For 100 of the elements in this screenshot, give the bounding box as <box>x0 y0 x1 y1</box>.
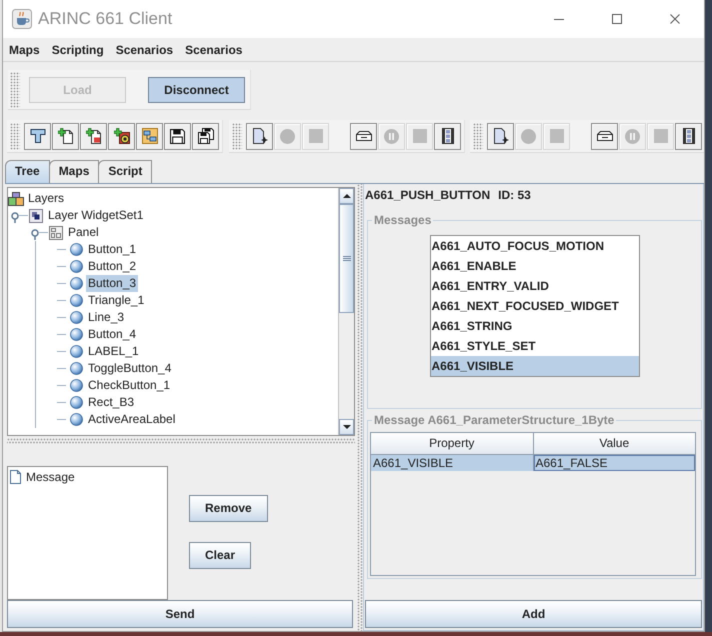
toolbar-button[interactable] <box>136 122 163 150</box>
pause-icon <box>384 128 399 144</box>
toolbar-button[interactable] <box>164 122 191 150</box>
toolbar-button[interactable] <box>52 122 79 150</box>
expand-toggle-icon[interactable] <box>31 228 39 240</box>
group-box-title: Message A661_ParameterStructure_1Byte <box>373 413 616 427</box>
table-row[interactable]: A661_VISIBLE A661_FALSE <box>371 455 695 471</box>
disconnect-button[interactable]: Disconnect <box>148 76 245 102</box>
table-cell: A661_FALSE <box>532 455 695 471</box>
folder-icon <box>356 131 372 141</box>
remove-button[interactable]: Remove <box>189 495 268 522</box>
scrollbar[interactable] <box>338 188 354 435</box>
widget-type-label: A661_PUSH_BUTTON <box>365 187 490 203</box>
message-option[interactable]: A661_ENABLE <box>430 256 638 276</box>
close-icon <box>670 14 680 24</box>
new-document-icon <box>58 128 74 144</box>
toolbar-button[interactable] <box>108 122 135 150</box>
tab[interactable]: Tree <box>5 160 50 183</box>
up-arrow-icon <box>342 194 350 198</box>
sphere-icon <box>70 243 82 256</box>
message-option[interactable]: A661_ENTRY_VALID <box>430 276 638 296</box>
tree-item[interactable]: ActiveAreaLabel <box>86 411 178 428</box>
new-file-icon <box>492 128 508 144</box>
toolbar-grip[interactable] <box>10 122 20 150</box>
toolbar-button[interactable] <box>675 122 702 150</box>
tree-item[interactable]: Button_2 <box>86 258 138 275</box>
film-icon <box>682 128 694 144</box>
column-header[interactable]: Property <box>371 433 532 454</box>
tree-item[interactable]: Line_3 <box>86 309 126 326</box>
scrollbar-thumb[interactable] <box>339 204 354 313</box>
tab[interactable]: Script <box>98 160 152 183</box>
toolbar-grip[interactable] <box>232 122 242 150</box>
sphere-icon <box>70 277 82 290</box>
pause-icon <box>625 128 640 144</box>
menu-item[interactable]: Scripting <box>46 40 110 58</box>
message-item[interactable]: Message <box>10 469 77 485</box>
maximize-icon <box>612 14 622 24</box>
sphere-icon <box>70 413 82 426</box>
tree-item[interactable]: Layers <box>26 190 66 207</box>
toolbar-button[interactable] <box>591 122 618 150</box>
toolbar-button[interactable] <box>350 122 377 150</box>
layer-icon <box>29 208 43 222</box>
scroll-up-button[interactable] <box>339 188 354 204</box>
toolbar-button[interactable] <box>434 122 461 150</box>
message-option[interactable]: A661_VISIBLE <box>430 356 638 376</box>
diagram-icon <box>142 128 158 144</box>
film-icon <box>442 128 454 144</box>
add-button[interactable]: Add <box>365 600 702 628</box>
message-option[interactable]: A661_NEXT_FOCUSED_WIDGET <box>430 296 638 316</box>
stop-icon <box>412 129 426 143</box>
scroll-down-button[interactable] <box>339 419 354 435</box>
tree-item[interactable]: Panel <box>66 224 101 241</box>
add-media-icon <box>114 128 130 144</box>
toolbar-button[interactable] <box>487 122 514 150</box>
stop-icon <box>654 129 668 143</box>
group-box-title: Messages <box>373 213 432 227</box>
sphere-icon <box>70 345 82 358</box>
sphere-icon <box>70 379 82 392</box>
toolbar-button[interactable] <box>24 122 51 150</box>
menu-item[interactable]: Scenarios <box>179 40 248 58</box>
column-header[interactable]: Value <box>532 433 695 454</box>
sphere-icon <box>70 328 82 341</box>
tree-item[interactable]: Rect_B3 <box>86 394 136 411</box>
table-cell-text: A661_VISIBLE <box>372 455 454 471</box>
save-all-icon <box>198 128 214 144</box>
toolbar-button[interactable] <box>80 122 107 150</box>
tree-item[interactable]: Button_1 <box>86 241 138 258</box>
record-icon <box>521 128 536 144</box>
document-icon <box>10 470 21 484</box>
toolbar-grip[interactable] <box>473 122 483 150</box>
menu-item[interactable]: Maps <box>3 40 46 58</box>
clear-button[interactable]: Clear <box>189 542 252 569</box>
sphere-icon <box>70 396 82 409</box>
toolbar-grip[interactable] <box>10 72 20 108</box>
send-button[interactable]: Send <box>7 600 353 628</box>
tree-item[interactable]: Button_3 <box>86 275 138 292</box>
message-option[interactable]: A661_STYLE_SET <box>430 336 638 356</box>
tree-item[interactable]: ToggleButton_4 <box>86 360 174 377</box>
message-option[interactable]: A661_STRING <box>430 316 638 336</box>
stop-icon <box>308 129 322 143</box>
new-file-icon <box>252 128 268 144</box>
sphere-icon <box>70 294 82 307</box>
tree-item[interactable]: Button_4 <box>86 326 138 343</box>
record-icon <box>280 128 295 144</box>
grip-lines-icon <box>342 256 350 261</box>
widget-id-label: ID: 53 <box>498 187 531 203</box>
tree-item[interactable]: Layer WidgetSet1 <box>46 207 146 224</box>
expand-toggle-icon[interactable] <box>11 212 19 222</box>
save-icon <box>170 128 185 144</box>
folder-icon <box>596 131 612 141</box>
new-script-icon <box>86 128 102 144</box>
tree-item[interactable]: LABEL_1 <box>86 343 141 360</box>
toolbar-button[interactable] <box>192 122 219 150</box>
tree-item[interactable]: Triangle_1 <box>86 292 146 309</box>
toolbar-button[interactable] <box>246 122 273 150</box>
tree-item[interactable]: CheckButton_1 <box>86 377 172 394</box>
message-option[interactable]: A661_AUTO_FOCUS_MOTION <box>430 236 638 256</box>
menu-item[interactable]: Scenarios <box>110 40 180 58</box>
down-arrow-icon <box>342 425 350 429</box>
coffee-cup-icon <box>12 9 32 29</box>
